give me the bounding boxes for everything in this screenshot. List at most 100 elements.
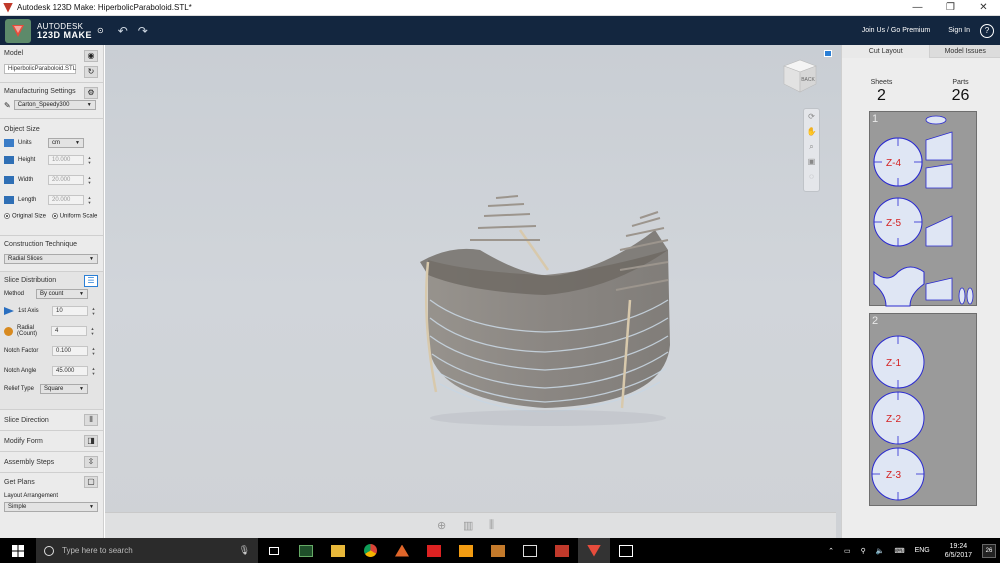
- visibility-eye-icon[interactable]: ◉: [84, 50, 98, 62]
- notch-factor-input[interactable]: 0.100: [52, 346, 88, 356]
- modify-form-icon[interactable]: ◨: [84, 435, 98, 447]
- help-icon[interactable]: ?: [980, 23, 994, 38]
- notifications-icon[interactable]: 26: [982, 543, 996, 558]
- clock-time: 19:24: [949, 542, 968, 550]
- zoom-icon[interactable]: ⌕: [804, 139, 819, 154]
- minimize-button[interactable]: —: [901, 0, 934, 16]
- radial-label-group: Radial (Count): [17, 325, 51, 337]
- uniform-scale-radio[interactable]: [51, 213, 58, 219]
- fit-view-icon[interactable]: ▣: [804, 154, 819, 169]
- length-label: Length: [18, 197, 37, 203]
- width-input[interactable]: 20.000: [48, 175, 84, 185]
- method-select[interactable]: By count: [36, 289, 88, 299]
- task-view-icon[interactable]: [258, 538, 290, 563]
- add-part-icon[interactable]: ⊕: [437, 519, 446, 532]
- object-size-section: Object Size Units cm Height 10.000 ▲▼ Wi…: [0, 119, 103, 236]
- matlab-icon[interactable]: [386, 538, 418, 563]
- assembly-steps-section[interactable]: Assembly Steps ⇳: [0, 452, 103, 473]
- width-stepper[interactable]: ▲ ▼: [86, 175, 93, 185]
- premium-link[interactable]: Join Us / Go Premium: [862, 27, 930, 34]
- tray-network-icon[interactable]: ⚲: [861, 547, 866, 555]
- 123d-make-taskbar-icon[interactable]: [578, 538, 610, 563]
- taskbar-app-media-icon[interactable]: [290, 538, 322, 563]
- panel-toggle-button[interactable]: [824, 50, 832, 57]
- tab-model-issues[interactable]: Model Issues: [929, 45, 1000, 58]
- layout-arrangement-select[interactable]: Simple: [4, 502, 98, 512]
- solidworks-2-icon[interactable]: [546, 538, 578, 563]
- photos-icon[interactable]: [610, 538, 642, 563]
- length-input[interactable]: 20.000: [48, 195, 84, 205]
- 3d-viewport[interactable]: [105, 45, 841, 538]
- get-plans-icon[interactable]: ▢: [84, 476, 98, 488]
- slice-direction-section[interactable]: Slice Direction ⫴: [0, 410, 103, 431]
- relief-type-select[interactable]: Square: [40, 384, 88, 394]
- pencil-icon[interactable]: ✎: [4, 101, 11, 110]
- orbit-icon[interactable]: ⟳: [804, 109, 819, 124]
- window-controls: — ❐ ✕: [901, 0, 1000, 16]
- material-select[interactable]: Carton_Speedy300: [13, 100, 96, 110]
- app-icon: [3, 2, 13, 13]
- slice-distribution-list-icon[interactable]: ☰: [84, 275, 98, 287]
- construction-section: Construction Technique Radial Slices: [0, 236, 103, 272]
- taskbar-search-input[interactable]: Type here to search 🎙: [36, 538, 258, 563]
- app-menu-chevron-icon[interactable]: ⊙: [97, 26, 104, 35]
- delete-icon[interactable]: ▥: [463, 519, 473, 532]
- slice-direction-icon[interactable]: ⫴: [84, 414, 98, 426]
- length-stepper[interactable]: ▲ ▼: [86, 195, 93, 205]
- slice-direction-label: Slice Direction: [4, 416, 49, 424]
- assembly-steps-icon[interactable]: ⇳: [84, 456, 98, 468]
- redo-icon[interactable]: ↷: [138, 24, 148, 38]
- undo-icon[interactable]: ↶: [118, 24, 128, 38]
- radial-stepper[interactable]: ▲ ▼: [89, 326, 96, 336]
- chrome-icon[interactable]: [354, 538, 386, 563]
- notch-angle-stepper[interactable]: ▲ ▼: [90, 366, 97, 376]
- height-input[interactable]: 10.000: [48, 155, 84, 165]
- radial-input[interactable]: 4: [51, 326, 87, 336]
- axis1-input[interactable]: 10: [52, 306, 88, 316]
- settings-gear-icon[interactable]: ⚙: [84, 87, 98, 99]
- pan-hand-icon[interactable]: ✋: [804, 124, 819, 139]
- taskbar-app-window-icon[interactable]: [514, 538, 546, 563]
- input-language[interactable]: ENG: [915, 547, 930, 554]
- tray-volume-icon[interactable]: 🔈: [876, 547, 885, 555]
- file-explorer-icon[interactable]: [322, 538, 354, 563]
- signin-link[interactable]: Sign In: [948, 27, 970, 34]
- notch-factor-stepper[interactable]: ▲ ▼: [90, 346, 97, 356]
- model-file-field[interactable]: HiperbolicParaboloid.STL: [4, 64, 76, 74]
- sliced-model-render: [420, 195, 670, 426]
- tray-chevron-icon[interactable]: ⌃: [828, 547, 834, 555]
- tray-keyboard-icon[interactable]: ⌨: [894, 547, 904, 555]
- units-select[interactable]: cm: [48, 138, 84, 148]
- brand: AUTODESK 123D MAKE: [37, 22, 92, 40]
- fusion-app-icon[interactable]: [450, 538, 482, 563]
- microphone-icon[interactable]: 🎙: [239, 545, 250, 556]
- slices-icon[interactable]: ⫼: [489, 519, 494, 532]
- close-button[interactable]: ✕: [967, 0, 1000, 16]
- sheet-2-thumbnail[interactable]: 2 Z-1 Z-2 Z-3: [869, 313, 977, 506]
- look-around-icon[interactable]: ◌: [804, 169, 819, 184]
- taskbar-app-photo-icon[interactable]: [482, 538, 514, 563]
- solidworks-icon[interactable]: [418, 538, 450, 563]
- sheet-1-thumbnail[interactable]: 1 Z-4 Z-5: [869, 111, 977, 307]
- units-label: Units: [18, 140, 32, 146]
- relief-type-label: Relief Type: [4, 386, 34, 392]
- reload-icon[interactable]: ↻: [84, 66, 98, 78]
- maximize-button[interactable]: ❐: [934, 0, 967, 16]
- start-windows-icon[interactable]: [0, 544, 36, 557]
- tab-cut-layout[interactable]: Cut Layout: [842, 45, 930, 58]
- units-ruler-icon: [4, 139, 14, 147]
- app-logo-icon[interactable]: [5, 18, 31, 43]
- tray-battery-icon[interactable]: ▭: [844, 547, 851, 555]
- axis1-stepper[interactable]: ▲ ▼: [90, 306, 97, 316]
- notch-angle-input[interactable]: 45.000: [52, 366, 88, 376]
- modify-form-section[interactable]: Modify Form ◨: [0, 431, 103, 452]
- width-cube-icon: [4, 176, 14, 184]
- taskbar-clock[interactable]: 19:24 6/5/2017: [945, 542, 972, 560]
- height-stepper[interactable]: ▲ ▼: [86, 155, 93, 165]
- part-label-z1: Z-1: [886, 358, 901, 369]
- construction-select[interactable]: Radial Slices: [4, 254, 98, 264]
- construction-title: Construction Technique: [4, 241, 78, 248]
- original-size-radio[interactable]: [4, 213, 10, 219]
- part-label-z2: Z-2: [886, 414, 901, 425]
- view-cube[interactable]: BACK: [776, 56, 820, 96]
